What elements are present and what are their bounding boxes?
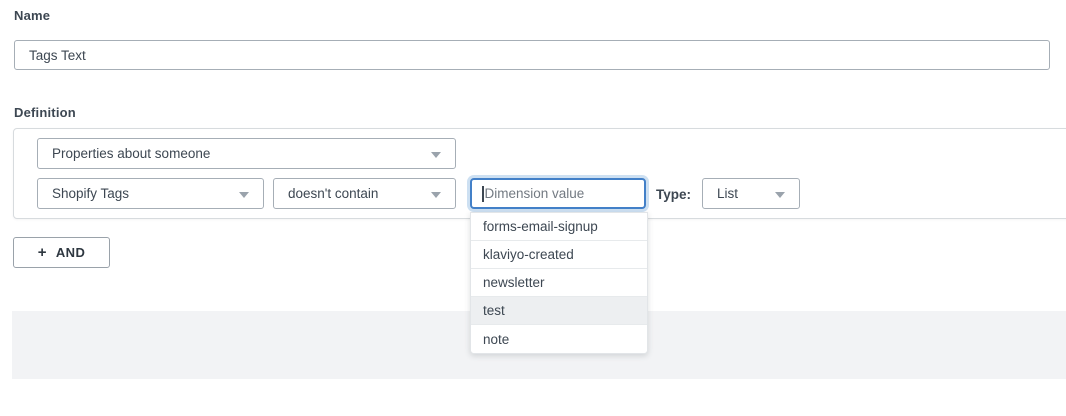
type-select[interactable]: List <box>702 178 800 209</box>
and-button[interactable]: + AND <box>13 237 110 268</box>
property-group-value: Properties about someone <box>52 146 210 161</box>
text-caret <box>482 186 484 202</box>
suggestion-item[interactable]: note <box>471 325 647 353</box>
suggestion-item[interactable]: test <box>471 297 647 325</box>
and-button-label: AND <box>56 245 85 260</box>
dimension-value: Shopify Tags <box>52 186 129 201</box>
chevron-down-icon <box>431 192 441 198</box>
definition-label: Definition <box>14 105 76 120</box>
name-label: Name <box>14 8 50 23</box>
chevron-down-icon <box>431 152 441 158</box>
dimension-value-input[interactable]: Dimension value <box>470 178 646 209</box>
operator-select[interactable]: doesn't contain <box>273 178 456 209</box>
suggestion-item[interactable]: forms-email-signup <box>471 213 647 241</box>
chevron-down-icon <box>239 192 249 198</box>
name-input[interactable] <box>14 40 1050 70</box>
suggestion-item[interactable]: newsletter <box>471 269 647 297</box>
dimension-value-placeholder: Dimension value <box>485 186 585 201</box>
suggestion-item[interactable]: klaviyo-created <box>471 241 647 269</box>
chevron-down-icon <box>775 192 785 198</box>
type-label: Type: <box>656 187 691 202</box>
type-value: List <box>717 186 738 201</box>
suggestion-dropdown: forms-email-signup klaviyo-created newsl… <box>470 212 648 354</box>
property-group-select[interactable]: Properties about someone <box>37 138 456 169</box>
plus-icon: + <box>38 245 47 260</box>
dimension-select[interactable]: Shopify Tags <box>37 178 264 209</box>
operator-value: doesn't contain <box>288 186 378 201</box>
